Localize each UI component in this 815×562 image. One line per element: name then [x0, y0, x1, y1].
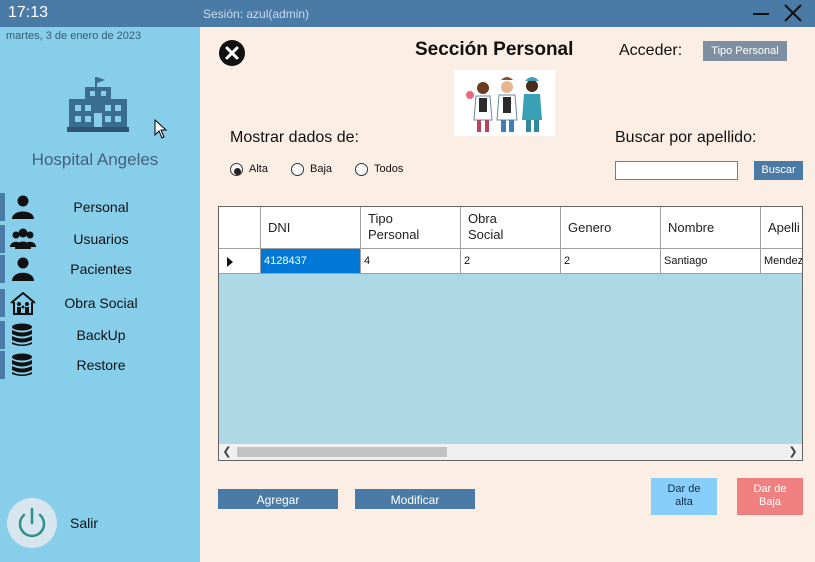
cell-value: 2	[464, 255, 471, 267]
activate-button[interactable]: Dar de alta	[651, 478, 717, 515]
active-marker	[0, 321, 5, 349]
sidebar-item-obra-social[interactable]: Obra Social	[0, 289, 200, 317]
sidebar: martes, 3 de enero de 2023 Hospital Ange…	[0, 27, 200, 562]
close-icon	[784, 4, 802, 22]
search-button[interactable]: Buscar	[754, 161, 803, 180]
radio-label: Todos	[374, 163, 404, 175]
button-label-line2: alta	[675, 496, 693, 508]
row-header[interactable]	[219, 249, 261, 274]
radio-alta[interactable]: Alta	[230, 162, 275, 178]
scroll-thumb[interactable]	[237, 447, 447, 457]
radio-label: Alta	[249, 163, 268, 175]
column-header-label: Tipo Personal	[368, 211, 420, 242]
radio-todos[interactable]: Todos	[355, 162, 410, 178]
radio-selected-dot	[234, 168, 241, 175]
search-label: Buscar por apellido:	[615, 129, 757, 146]
date-label: martes, 3 de enero de 2023	[6, 30, 142, 42]
table-cell[interactable]: Mendez	[761, 249, 803, 274]
power-button[interactable]	[7, 498, 57, 548]
column-header-label: DNI	[268, 220, 291, 235]
access-label: Acceder:	[619, 42, 683, 59]
table-cell[interactable]: 2	[461, 249, 561, 274]
show-data-label: Mostrar dados de:	[230, 129, 359, 146]
column-header-label: Nombre	[668, 220, 715, 235]
hospital-name: Hospital Angeles	[31, 150, 159, 169]
clock-label: 17:13	[8, 4, 49, 21]
close-section-button[interactable]	[219, 40, 245, 66]
title-bar: 17:13 Sesión: azul(admin)	[0, 0, 815, 27]
column-header[interactable]: DNI	[261, 207, 361, 249]
active-marker	[0, 351, 5, 379]
deactivate-button[interactable]: Dar de Baja	[737, 478, 803, 515]
sidebar-item-label: BackUp	[76, 327, 126, 343]
exit-label[interactable]: Salir	[70, 515, 98, 531]
sidebar-item-usuarios[interactable]: Usuarios	[0, 225, 200, 253]
sidebar-item-label: Restore	[76, 357, 126, 373]
active-marker	[0, 193, 5, 221]
button-label-line1: Dar de	[753, 483, 787, 495]
active-marker	[0, 255, 5, 283]
sidebar-item-label: Usuarios	[73, 231, 129, 247]
hospital-icon	[67, 77, 129, 132]
sidebar-item-personal[interactable]: Personal	[0, 193, 200, 221]
modify-button[interactable]: Modificar	[355, 489, 475, 509]
mouse-cursor-icon	[154, 119, 168, 139]
scroll-right-arrow-icon[interactable]: ❯	[787, 446, 799, 458]
row-header-corner	[219, 207, 261, 249]
radio-baja[interactable]: Baja	[291, 162, 336, 178]
sidebar-item-label: Personal	[73, 199, 129, 215]
data-grid[interactable]: DNI Tipo Personal Obra Social Genero Nom…	[218, 206, 803, 461]
power-icon	[18, 507, 46, 538]
column-header[interactable]: Apelli	[761, 207, 802, 249]
active-marker	[0, 225, 5, 253]
session-label: Sesión: azul(admin)	[203, 7, 310, 21]
column-header-label: Obra Social	[468, 211, 504, 242]
row-pointer-icon	[227, 257, 233, 267]
cell-value: 4128437	[264, 255, 307, 267]
table-cell[interactable]: Santiago	[661, 249, 761, 274]
horizontal-scrollbar[interactable]: ❮ ❯	[219, 444, 802, 460]
add-button[interactable]: Agregar	[218, 489, 338, 509]
sidebar-item-backup[interactable]: BackUp	[0, 321, 200, 349]
cell-value: 4	[364, 255, 371, 267]
scroll-left-arrow-icon[interactable]: ❮	[221, 446, 233, 458]
button-label-line1: Dar de	[667, 483, 701, 495]
sidebar-item-label: Obra Social	[64, 295, 138, 311]
column-header-label: Genero	[568, 220, 612, 235]
close-window-button[interactable]	[783, 2, 803, 24]
search-input[interactable]	[615, 161, 738, 180]
column-header[interactable]: Obra Social	[461, 207, 561, 249]
active-marker	[0, 289, 5, 317]
column-header-label: Apelli	[768, 220, 800, 235]
sidebar-item-label: Pacientes	[70, 261, 132, 277]
close-circle-icon	[219, 40, 245, 66]
medical-staff-illustration	[454, 70, 555, 136]
column-header[interactable]: Nombre	[661, 207, 761, 249]
minimize-button[interactable]	[752, 4, 770, 22]
button-label-line2: Baja	[758, 496, 782, 508]
tipo-personal-button[interactable]: Tipo Personal	[703, 41, 787, 61]
table-cell[interactable]: 2	[561, 249, 661, 274]
column-header[interactable]: Tipo Personal	[361, 207, 461, 249]
cell-value: Santiago	[664, 255, 708, 267]
medical-staff-icon	[466, 77, 542, 132]
sidebar-item-pacientes[interactable]: Pacientes	[0, 255, 200, 283]
table-cell[interactable]: 4	[361, 249, 461, 274]
grid-header: DNI Tipo Personal Obra Social Genero Nom…	[219, 207, 802, 249]
column-header[interactable]: Genero	[561, 207, 661, 249]
table-row[interactable]: 4128437 4 2 2 Santiago Mendez	[219, 249, 803, 274]
page-title: Sección Personal	[415, 39, 574, 60]
cell-value: 2	[564, 255, 571, 267]
table-cell[interactable]: 4128437	[261, 249, 361, 274]
sidebar-item-restore[interactable]: Restore	[0, 351, 200, 379]
cell-value: Mendez	[764, 255, 803, 267]
radio-label: Baja	[310, 163, 333, 175]
